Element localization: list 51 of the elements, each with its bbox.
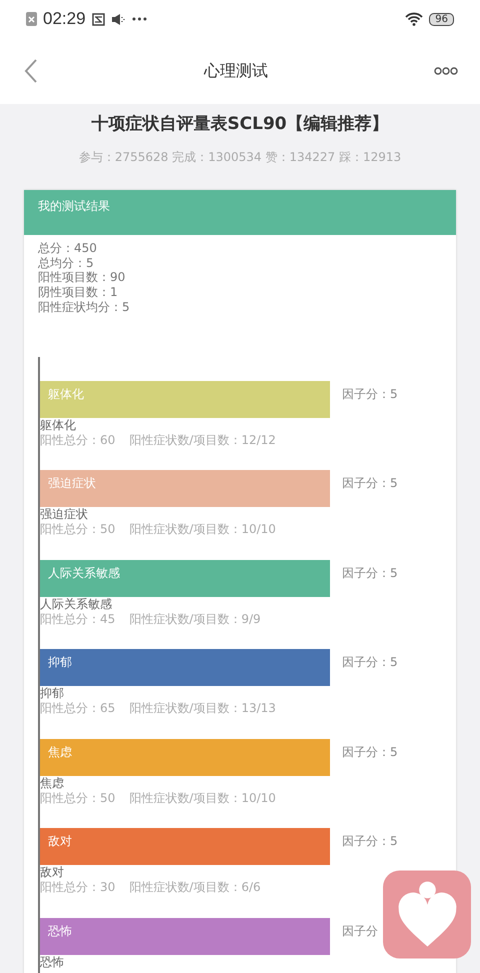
factor-score: 因子分：5 [342,386,398,403]
result-header: 我的测试结果 [24,190,456,235]
factor-score: 因子分：5 [342,654,398,672]
positive-total: 阳性总分：60 [40,432,116,448]
factor-bar: 敌对 [40,828,330,866]
factor-name: 强迫症状 [40,507,89,522]
positive-total: 阳性总分：45 [40,612,116,627]
notification-icon [26,12,37,26]
factor-name: 焦虑 [40,776,65,791]
positive-total: 阳性总分：50 [40,790,116,806]
symptom-count: 阳性症状数/项目数：10/10 [129,790,276,806]
more-dots-icon [132,17,147,21]
factor-name: 躯体化 [40,418,77,433]
page-title: 心理测试 [204,60,268,82]
summary-line: 阴性项目数：1 [38,285,119,300]
factor-name: 抑郁 [40,686,65,702]
symptom-count: 阳性症状数/项目数：9/9 [129,612,261,627]
factor-bar: 强迫症状 [40,470,330,508]
status-time: 02:29 [43,9,86,29]
summary-line: 总分：450 [38,241,98,256]
speaker-icon [110,12,126,26]
factor-bar: 焦虑 [40,738,330,776]
factor-bar: 抑郁 [40,649,330,686]
factor-bar: 人际关系敏感 [40,560,330,597]
symptom-count: 阳性症状数/项目数：6/6 [129,880,261,896]
factor-bar: 恐怖 [40,918,330,955]
factor-name: 敌对 [40,865,65,880]
positive-total: 阳性总分：30 [40,880,116,896]
more-icon[interactable] [434,67,458,75]
app-notification-icon [92,12,105,26]
test-title: 十项症状自评量表SCL90【编辑推荐】 [90,113,390,135]
factor-score: 因子分：5 [342,744,398,761]
summary-line: 总均分：5 [38,256,95,270]
symptom-count: 阳性症状数/项目数：12/12 [129,432,276,448]
summary-line: 阳性症状均分：5 [38,300,131,315]
factor-name: 恐怖 [40,954,65,970]
factor-score: 因子分 [342,922,378,940]
factor-score: 因子分：5 [342,833,398,850]
positive-total: 阳性总分：65 [40,701,116,716]
factor-score: 因子分：5 [342,564,398,582]
summary-line: 阳性项目数：90 [38,270,126,286]
symptom-count: 阳性症状数/项目数：13/13 [129,701,276,716]
back-icon[interactable] [24,58,38,84]
factor-bar: 躯体化 [40,380,330,418]
factor-name: 人际关系敏感 [40,596,113,612]
factor-score: 因子分：5 [342,475,398,492]
test-stats: 参与：2755628 完成：1300534 赞：134227 踩：12913 [78,149,402,166]
battery-indicator: 96 [429,12,454,26]
positive-total: 阳性总分：50 [40,522,116,538]
symptom-count: 阳性症状数/项目数：10/10 [129,522,276,538]
wifi-icon [405,12,424,26]
